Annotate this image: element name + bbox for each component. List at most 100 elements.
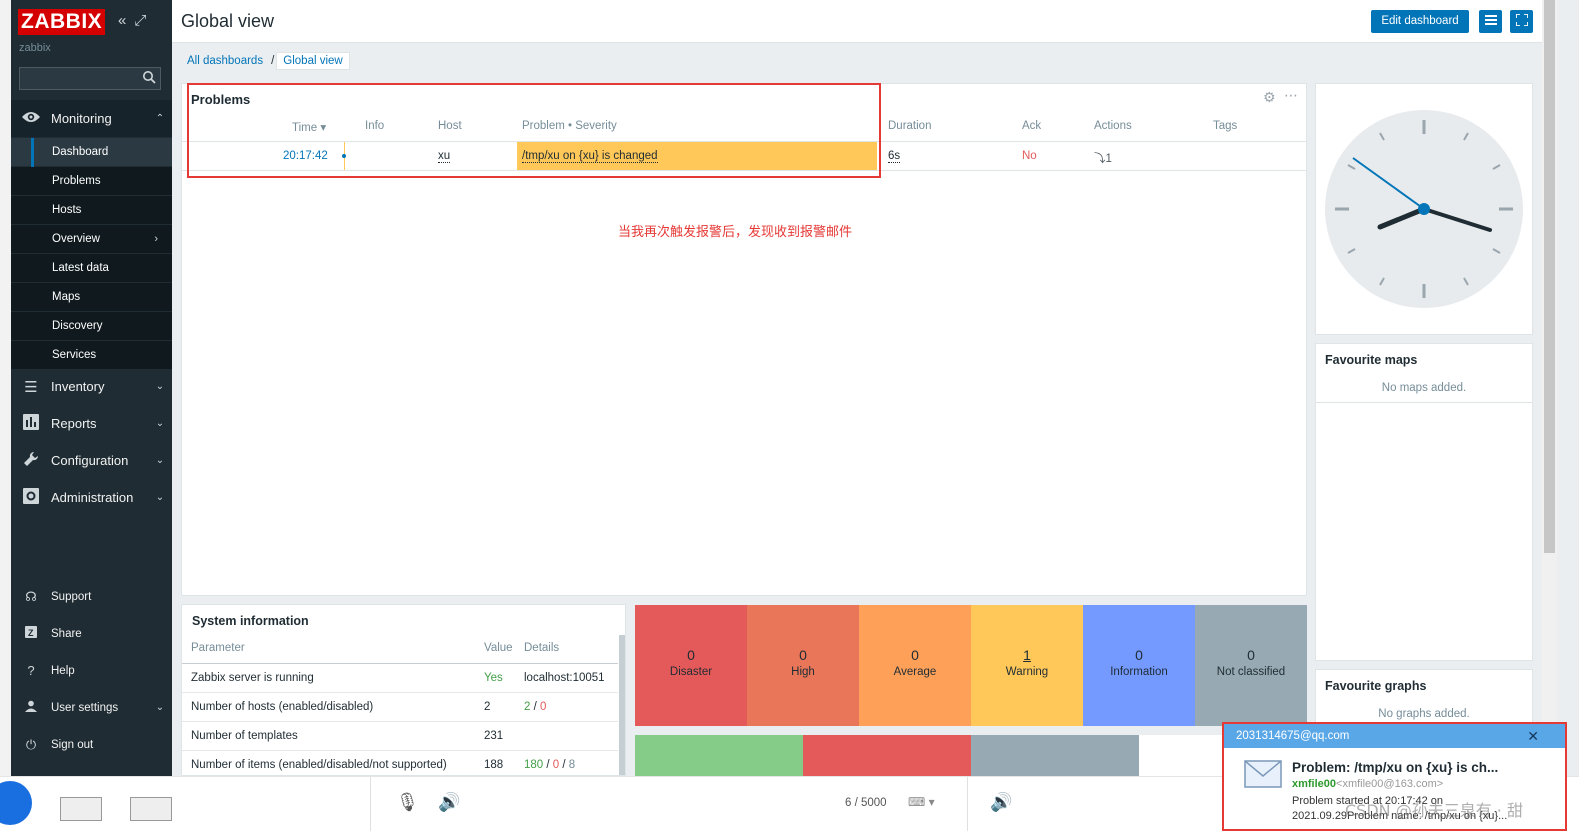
logo-row: ZABBIX « ⤢ [11, 0, 172, 42]
kiosk-icon[interactable]: ⤢ [134, 12, 146, 29]
taskbar-app-icon[interactable] [0, 781, 32, 825]
clock-widget [1315, 83, 1533, 335]
sysinfo-param: Number of templates [191, 730, 298, 742]
enabled-count: 180 [524, 759, 544, 771]
headset-icon: ☊ [25, 588, 37, 604]
watermark: CSDN @孙夫三泉有 · 甜 [1345, 801, 1523, 820]
availability-unknown-bar[interactable] [971, 735, 1139, 776]
sidebar: ZABBIX «⤢ zabbix Monitoring ⌃ Dashboard … [11, 0, 172, 776]
chevron-down-icon: ⌄ [155, 455, 165, 466]
severity-count: 0 [799, 647, 807, 663]
sysinfo-value: 231 [484, 730, 504, 742]
col-parameter: Parameter [191, 642, 245, 654]
severity-label: Average [893, 666, 937, 678]
severity-count: 0 [911, 647, 919, 663]
submenu-dashboard[interactable]: Dashboard [11, 138, 172, 167]
monitoring-submenu: Dashboard Problems Hosts Overview › Lates… [11, 138, 172, 370]
keyboard-icon[interactable]: ⌨ ▾ [908, 795, 935, 809]
speaker-icon[interactable]: 🔊 [438, 792, 460, 813]
submenu-maps[interactable]: Maps [11, 283, 172, 312]
submenu-overview[interactable]: Overview › [11, 225, 172, 254]
microphone-icon[interactable]: 🎙 [396, 792, 419, 813]
submenu-problems[interactable]: Problems [11, 167, 172, 196]
panel-scrollbar[interactable] [619, 635, 625, 775]
annotation-text: 当我再次触发报警后，发现收到报警邮件 [618, 225, 853, 240]
taskbar-thumbnail[interactable] [130, 797, 172, 821]
menu-user-settings[interactable]: User settings ⌄ [11, 689, 172, 726]
breadcrumb-all-dashboards[interactable]: All dashboards [181, 52, 269, 70]
disabled-count: 0 [552, 759, 560, 771]
severity-count[interactable]: 1 [971, 647, 1083, 663]
menu-inventory[interactable]: ☰ Inventory ⌄ [11, 368, 172, 405]
col-actions: Actions [1094, 120, 1132, 132]
menu-share[interactable]: Z Share [11, 615, 172, 652]
widget-more-icon[interactable]: ⋯ [1284, 87, 1299, 104]
sidebar-search-input[interactable] [19, 67, 161, 90]
taskbar-thumbnail[interactable] [60, 797, 102, 821]
sysinfo-value: Yes [484, 672, 503, 684]
menu-help-label: Help [51, 664, 75, 677]
sysinfo-param: Number of hosts (enabled/disabled) [191, 701, 374, 713]
close-icon[interactable]: ✕ [1527, 724, 1539, 748]
col-tags: Tags [1213, 120, 1238, 132]
problem-ack[interactable]: No [1022, 150, 1037, 162]
chevron-down-icon: ⌄ [155, 492, 165, 503]
bar-chart-icon [11, 413, 51, 434]
menu-reports[interactable]: Reports ⌄ [11, 405, 172, 442]
page-title: Global view [181, 11, 275, 31]
problem-actions-icon[interactable]: ⤵1 [1094, 150, 1112, 166]
severity-label: Not classified [1216, 666, 1286, 678]
power-icon: ⏻ [25, 736, 37, 752]
envelope-icon [1244, 760, 1282, 788]
menu-user-settings-label: User settings [51, 701, 119, 714]
help-icon: ? [27, 663, 35, 678]
favourite-maps-empty: No maps added. [1381, 382, 1467, 394]
zabbix-logo[interactable]: ZABBIX [18, 9, 105, 35]
menu-administration[interactable]: Administration ⌄ [11, 479, 172, 516]
problem-duration[interactable]: 6s [888, 150, 901, 163]
fullscreen-button[interactable] [1510, 10, 1533, 33]
menu-configuration-label: Configuration [51, 453, 129, 468]
severity-high[interactable]: 0 High [747, 605, 859, 726]
widget-settings-icon[interactable]: ⚙ [1263, 89, 1276, 106]
edit-dashboard-button[interactable]: Edit dashboard [1371, 10, 1469, 33]
toast-header: 2031314675@qq.com ✕ [1224, 724, 1565, 748]
wrench-icon [11, 451, 51, 471]
menu-help[interactable]: ? Help [11, 652, 172, 689]
disabled-count: 0 [540, 701, 547, 713]
speaker-icon[interactable]: 🔊 [990, 792, 1012, 813]
severity-label: Warning [1005, 666, 1049, 678]
severity-average[interactable]: 0 Average [859, 605, 971, 726]
severity-not-classified[interactable]: 0 Not classified [1195, 605, 1307, 726]
submenu-latest-data[interactable]: Latest data [11, 254, 172, 283]
breadcrumb-current[interactable]: Global view [276, 52, 350, 70]
menu-sign-out[interactable]: ⏻ Sign out [11, 726, 172, 763]
menu-configuration[interactable]: Configuration ⌄ [11, 442, 172, 479]
scrollbar-thumb[interactable] [1544, 0, 1555, 553]
system-info-title: System information [192, 614, 309, 628]
system-information-widget: System information Parameter Value Detai… [181, 604, 626, 776]
chevron-down-icon: ⌄ [155, 702, 165, 713]
page-scrollbar[interactable] [1542, 0, 1557, 776]
menu-support[interactable]: ☊ Support [11, 578, 172, 615]
menu-monitoring-label: Monitoring [51, 111, 112, 126]
collapse-sidebar-icon[interactable]: « [118, 12, 126, 29]
severity-disaster[interactable]: 0 Disaster [635, 605, 747, 726]
page-header: Global view Edit dashboard [172, 0, 1542, 43]
submenu-services[interactable]: Services [11, 341, 172, 370]
availability-unavailable-bar[interactable] [803, 735, 971, 776]
dashboard-menu-button[interactable] [1479, 10, 1502, 33]
submenu-discovery[interactable]: Discovery [11, 312, 172, 341]
host-availability-widget [635, 735, 1307, 776]
hamburger-icon [1484, 15, 1497, 25]
favourite-maps-title: Favourite maps [1325, 353, 1418, 367]
menu-monitoring[interactable]: Monitoring ⌃ [11, 100, 172, 137]
search-icon[interactable] [142, 70, 156, 87]
severity-information[interactable]: 0 Information [1083, 605, 1195, 726]
severity-warning[interactable]: 1 Warning [971, 605, 1083, 726]
sysinfo-value: 188 [484, 759, 504, 771]
availability-available-bar[interactable] [635, 735, 803, 776]
eye-icon [11, 110, 51, 128]
col-ack: Ack [1022, 120, 1042, 132]
submenu-hosts[interactable]: Hosts [11, 196, 172, 225]
